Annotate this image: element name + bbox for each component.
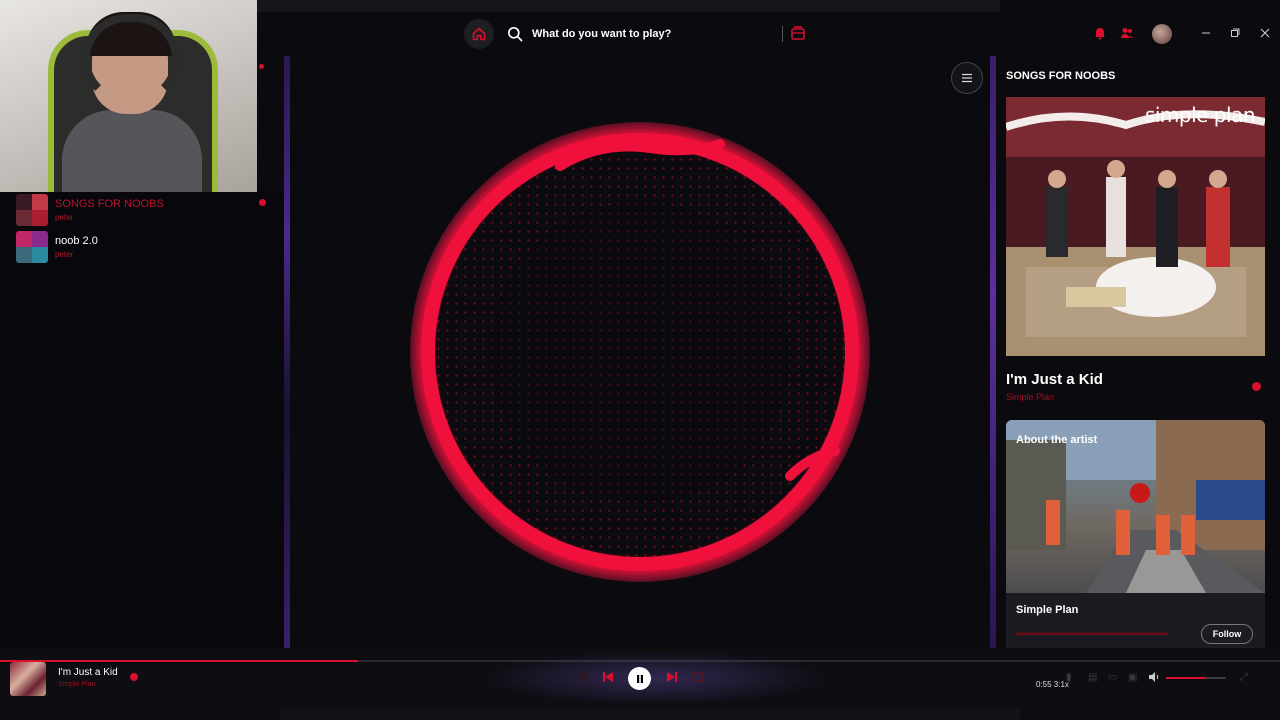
browse-icon[interactable] <box>790 25 806 46</box>
playlist-name: SONGS FOR NOOBS <box>55 198 164 210</box>
app-window: SONGS FOR NOOBS peter noob 2.0 peter <box>0 0 1280 720</box>
close-icon[interactable] <box>1258 26 1272 40</box>
playlist-thumbnail <box>16 231 48 263</box>
search-bar[interactable] <box>502 20 818 48</box>
controls-glow <box>480 650 830 706</box>
playlist-name: noob 2.0 <box>55 235 98 247</box>
webcam-overlay <box>0 0 257 192</box>
minimize-icon[interactable] <box>1199 26 1213 40</box>
about-artist-label: About the artist <box>1016 434 1098 446</box>
home-button[interactable] <box>464 19 494 49</box>
visualizer-area <box>290 56 990 648</box>
friends-icon[interactable] <box>1120 26 1134 40</box>
track-artist-link[interactable]: Simple Plan <box>1006 392 1054 402</box>
sidebar-expand-icon[interactable] <box>259 64 264 69</box>
top-strip <box>257 0 1000 12</box>
user-avatar[interactable] <box>1152 24 1172 44</box>
follow-button[interactable]: Follow <box>1201 624 1253 644</box>
panel-title: SONGS FOR NOOBS <box>1006 70 1116 82</box>
audio-visualizer <box>410 122 870 582</box>
shuffle-icon[interactable] <box>577 670 591 684</box>
playlist-owner: peter <box>55 213 74 222</box>
now-playing-thumbnail[interactable] <box>10 662 46 696</box>
liked-icon[interactable] <box>1252 382 1261 391</box>
menu-icon <box>962 73 972 83</box>
pause-icon <box>636 674 643 683</box>
pause-button[interactable] <box>628 667 651 690</box>
webcam-headset <box>82 14 180 104</box>
now-playing-artist[interactable]: Simple Plan <box>58 681 95 688</box>
artist-name: Simple Plan <box>1016 604 1079 616</box>
volume-fill <box>1166 677 1205 679</box>
bell-icon[interactable] <box>1093 26 1107 40</box>
fullscreen-icon[interactable]: ⤢ <box>1240 672 1248 683</box>
queue-icon[interactable]: ▤ <box>1088 672 1097 683</box>
volume-slider[interactable] <box>1166 677 1226 679</box>
menu-button[interactable] <box>951 62 983 94</box>
home-icon <box>472 27 486 41</box>
lyrics-icon[interactable]: ▮ <box>1066 672 1072 683</box>
playlist-owner: peter <box>55 250 74 259</box>
track-title: I'm Just a Kid <box>1006 371 1103 388</box>
playback-time: 0:55 3:1x <box>1036 680 1069 689</box>
webcam-person-body <box>62 110 202 192</box>
about-artist-card[interactable]: About the artist Simple Plan ▬▬▬▬▬▬▬▬▬▬▬… <box>1006 420 1265 648</box>
add-to-library-icon[interactable] <box>130 673 138 681</box>
progress-fill <box>0 660 359 662</box>
now-playing-title[interactable]: I'm Just a Kid <box>58 667 118 678</box>
album-cover: simple plan <box>1006 97 1265 356</box>
search-icon <box>502 26 528 42</box>
search-divider <box>782 26 783 42</box>
miniplayer-icon[interactable]: ▣ <box>1128 672 1137 683</box>
search-input[interactable] <box>532 28 772 40</box>
volume-icon[interactable] <box>1148 671 1160 683</box>
sidebar-item-noob-2[interactable]: noob 2.0 peter <box>16 229 276 265</box>
devices-icon[interactable]: ▭ <box>1108 672 1117 683</box>
playlist-thumbnail <box>16 194 48 226</box>
bottom-strip <box>280 708 1020 720</box>
artist-listeners: ▬▬▬▬▬▬▬▬▬▬▬▬▬▬▬▬▬▬▬ <box>1016 628 1168 637</box>
maximize-icon[interactable] <box>1228 26 1242 40</box>
previous-icon[interactable] <box>601 670 615 684</box>
repeat-icon[interactable] <box>691 670 705 684</box>
album-cover-logo: simple plan <box>1144 103 1256 127</box>
sidebar-item-songs-for-noobs[interactable]: SONGS FOR NOOBS peter <box>16 192 276 228</box>
panel-edge-glow <box>990 56 996 648</box>
next-icon[interactable] <box>665 670 679 684</box>
